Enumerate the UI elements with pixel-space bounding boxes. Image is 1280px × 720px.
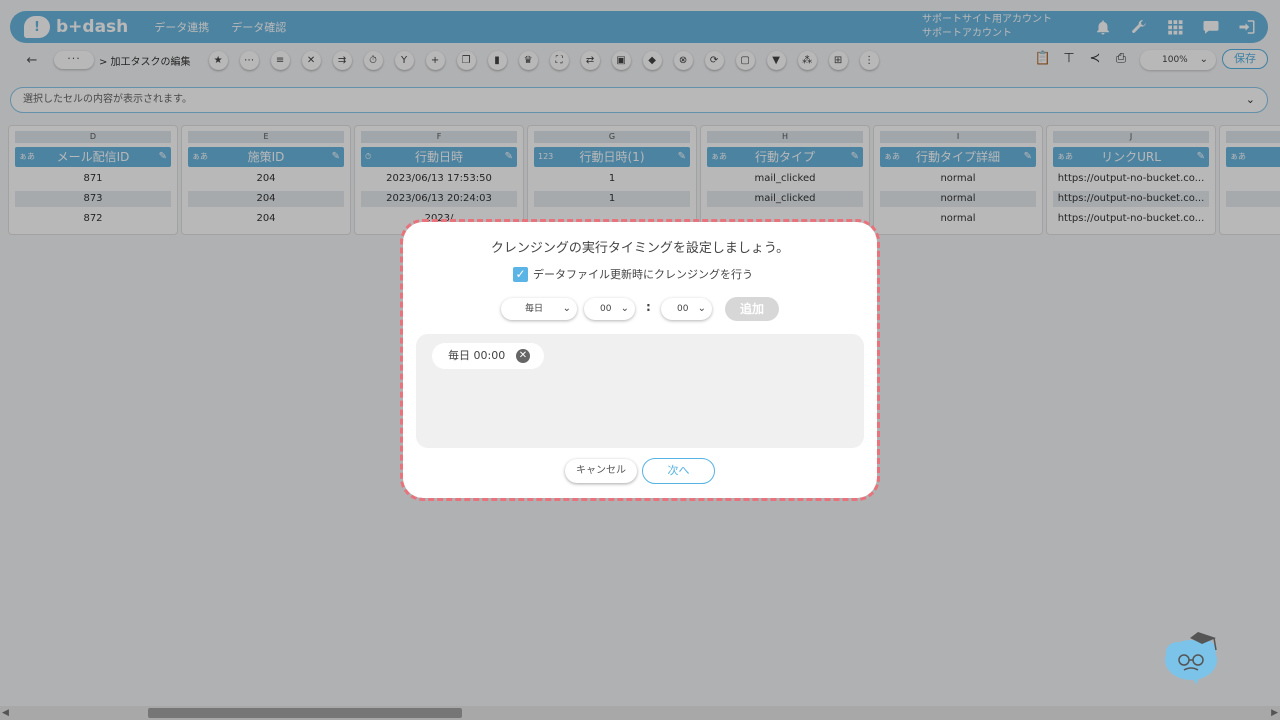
frequency-select[interactable]: 毎日 ⌄: [501, 298, 577, 320]
chevron-down-icon: ⌄: [562, 303, 571, 314]
chevron-down-icon: ⌄: [620, 303, 629, 314]
scrollbar-thumb[interactable]: [148, 708, 462, 718]
next-button[interactable]: 次へ: [642, 458, 715, 484]
minute-select[interactable]: 00 ⌄: [661, 298, 712, 320]
chevron-down-icon: ⌄: [697, 303, 706, 314]
schedule-chip-label: 毎日 00:00: [448, 349, 506, 362]
remove-circle-icon[interactable]: ✕: [516, 349, 530, 363]
checkbox-label: データファイル更新時にクレンジングを行う: [533, 268, 753, 281]
hour-select[interactable]: 00 ⌄: [584, 298, 635, 320]
mascot-helper-icon[interactable]: [1162, 628, 1224, 686]
cancel-button[interactable]: キャンセル: [565, 459, 637, 483]
dialog-title: クレンジングの実行タイミングを設定しましょう。: [490, 241, 790, 256]
scroll-left-icon[interactable]: ◀: [2, 706, 9, 720]
scroll-right-icon[interactable]: ▶: [1271, 706, 1278, 720]
cleansing-timing-dialog: クレンジングの実行タイミングを設定しましょう。 ✓ データファイル更新時にクレン…: [400, 219, 880, 501]
update-cleansing-checkbox-row[interactable]: ✓ データファイル更新時にクレンジングを行う: [513, 266, 753, 282]
minute-value: 00: [677, 304, 689, 314]
schedule-list: 毎日 00:00 ✕: [416, 334, 864, 448]
checkbox-checked-icon[interactable]: ✓: [513, 266, 528, 282]
hour-value: 00: [600, 304, 612, 314]
frequency-value: 毎日: [525, 304, 544, 314]
time-separator: :: [646, 300, 651, 314]
schedule-chip: 毎日 00:00 ✕: [432, 343, 544, 369]
add-schedule-button[interactable]: 追加: [725, 297, 779, 321]
horizontal-scrollbar[interactable]: ◀ ▶: [0, 706, 1280, 720]
